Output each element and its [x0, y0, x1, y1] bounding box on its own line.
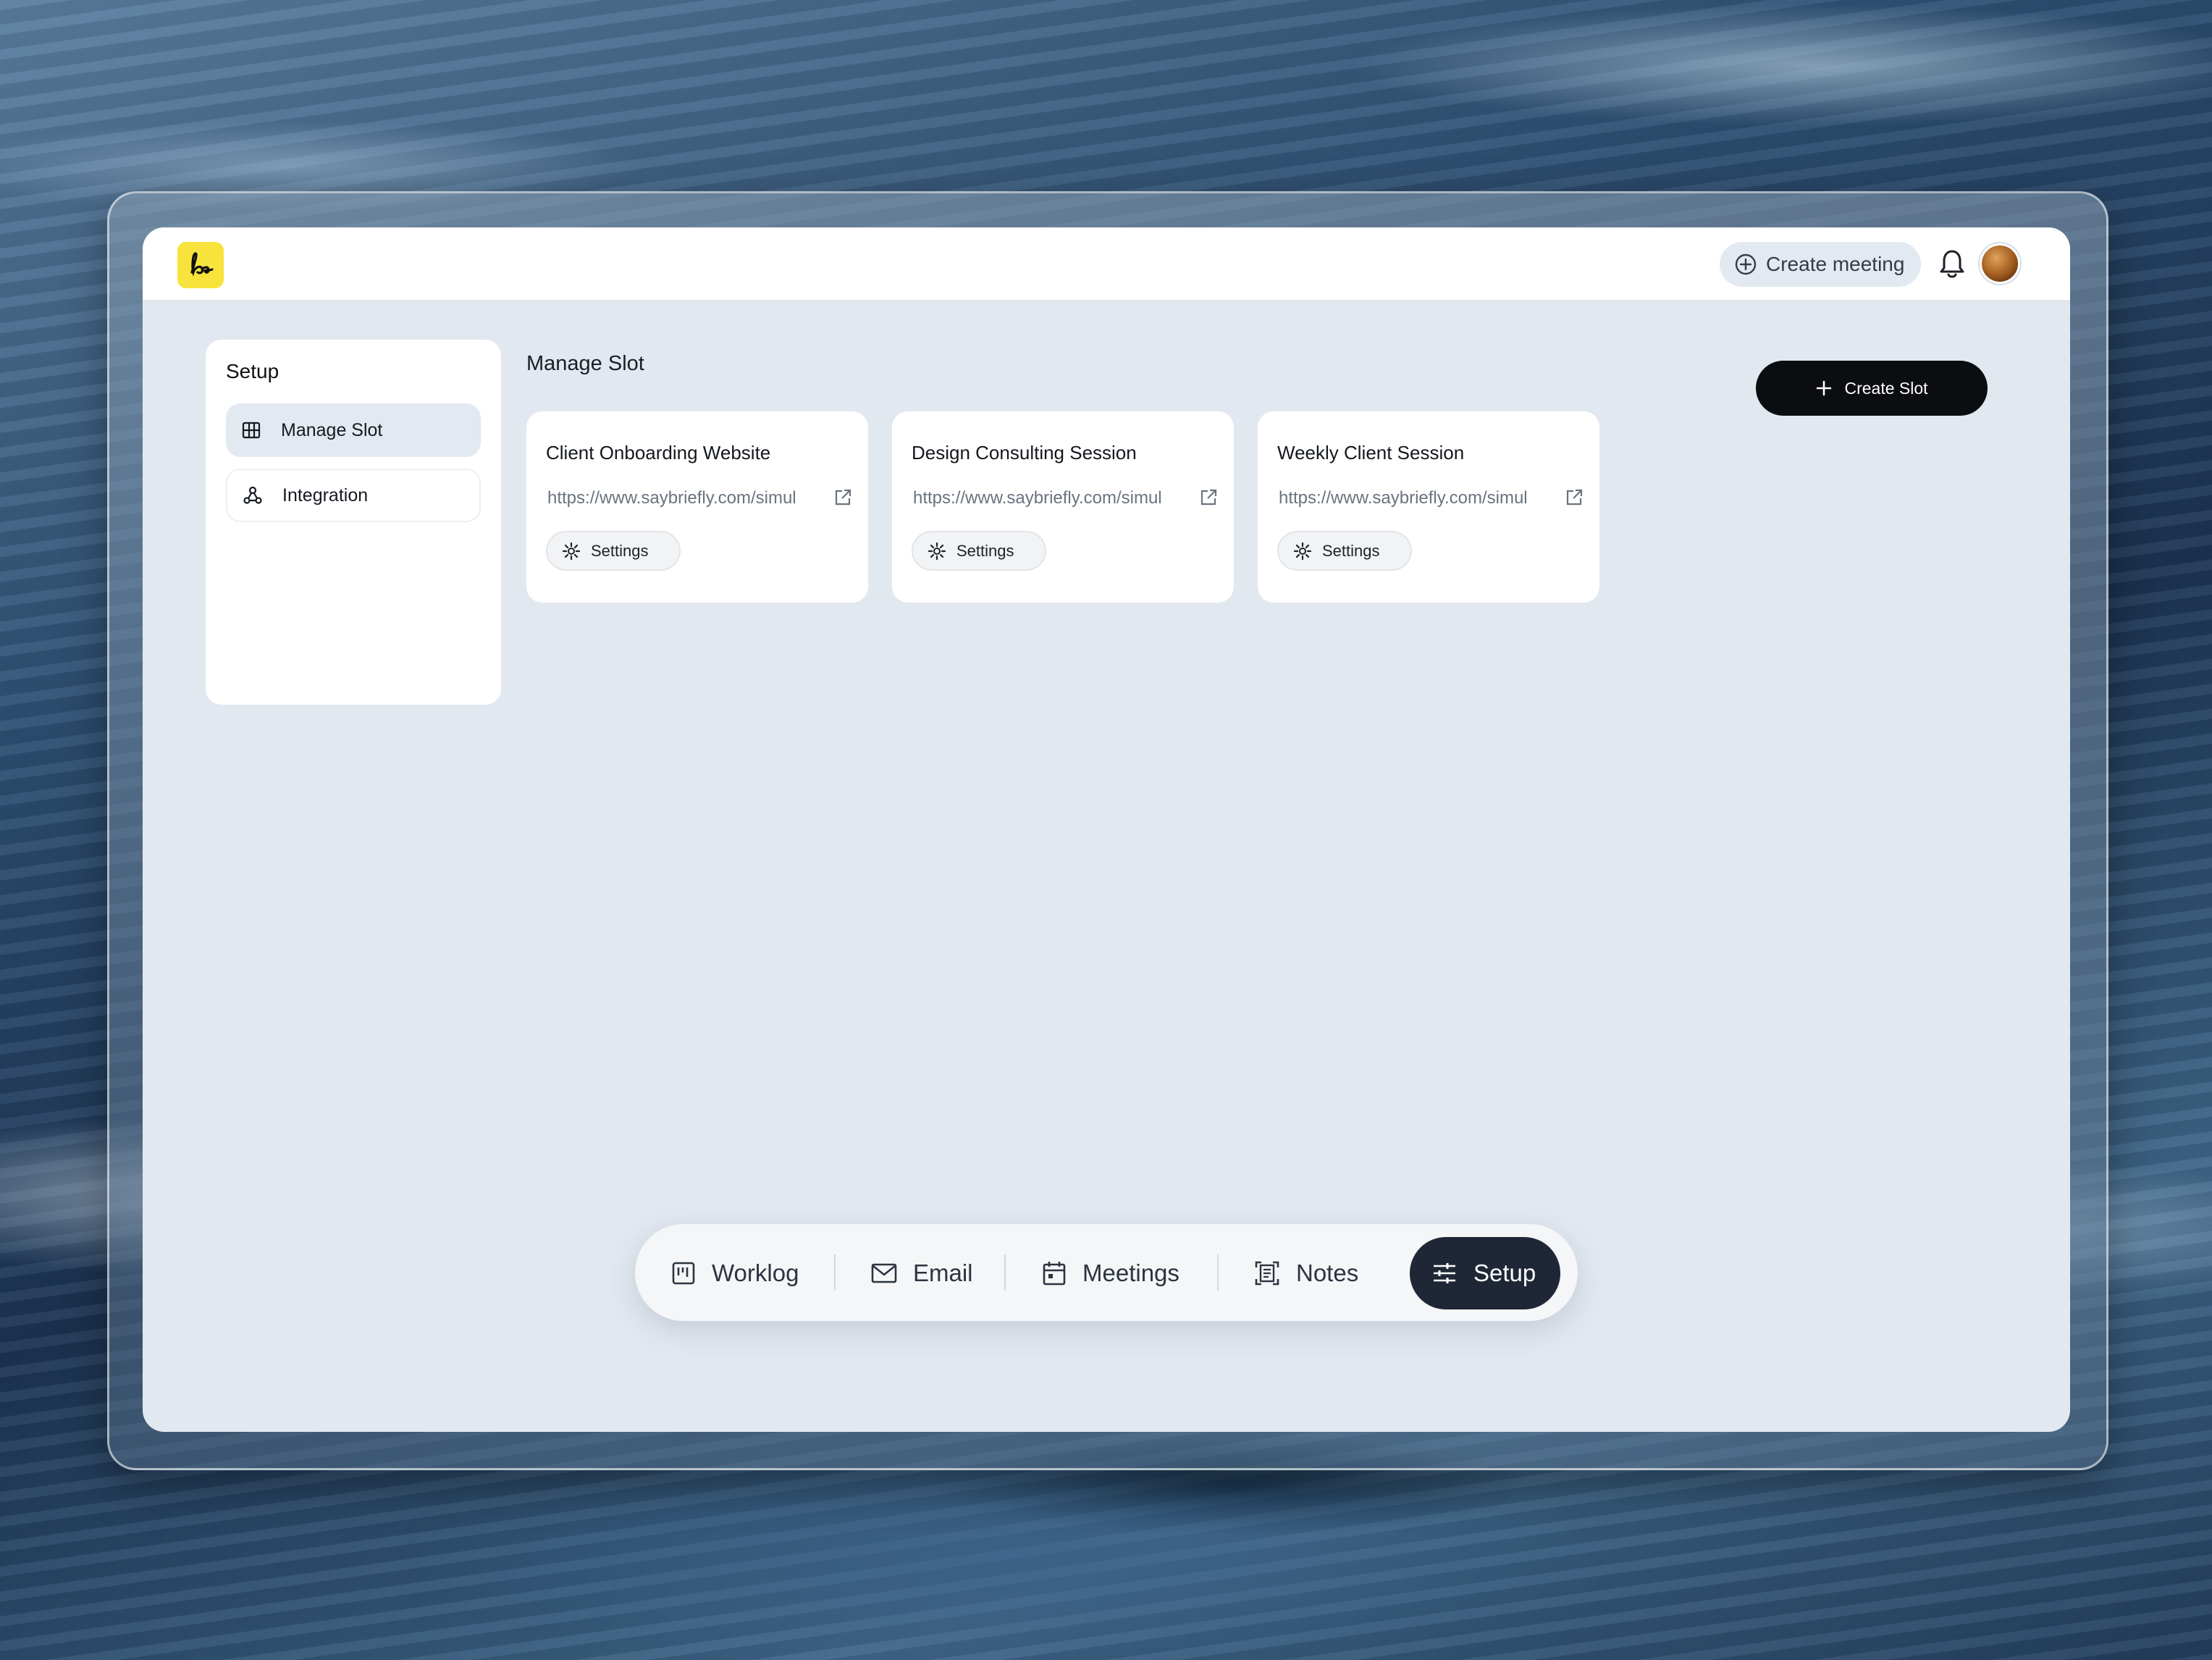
integration-icon	[243, 486, 262, 504]
slot-card: Weekly Client Session https://www.saybri…	[1258, 411, 1599, 603]
create-meeting-button[interactable]: Create meeting	[1720, 242, 1921, 287]
dock-item-meetings[interactable]: Meetings	[1042, 1237, 1179, 1309]
page-title: Manage Slot	[526, 352, 644, 375]
slot-card: Design Consulting Session https://www.sa…	[892, 411, 1234, 603]
mail-icon	[871, 1263, 897, 1283]
sidebar-item-label: Integration	[282, 485, 369, 506]
gear-icon	[928, 542, 946, 560]
dock-item-label: Meetings	[1082, 1259, 1179, 1286]
dock-item-label: Notes	[1296, 1259, 1359, 1286]
slot-title: Weekly Client Session	[1277, 442, 1465, 464]
notes-icon	[1255, 1261, 1279, 1286]
calendar-icon	[1043, 1262, 1066, 1286]
user-avatar[interactable]	[1980, 243, 2020, 284]
gear-icon	[562, 542, 581, 560]
dock-divider	[1004, 1254, 1006, 1291]
slot-title: Design Consulting Session	[912, 442, 1137, 464]
dock-item-label: Worklog	[712, 1259, 799, 1286]
sliders-icon	[1434, 1263, 1455, 1283]
sidebar-item-label: Manage Slot	[281, 419, 383, 440]
slot-settings-button[interactable]: Settings	[912, 531, 1046, 571]
create-meeting-label: Create meeting	[1766, 253, 1905, 275]
top-bar: Create meeting	[143, 227, 2070, 300]
external-link-icon[interactable]	[1565, 488, 1584, 507]
slot-settings-button[interactable]: Settings	[546, 531, 681, 571]
dock-item-notes[interactable]: Notes	[1254, 1237, 1358, 1309]
dock-divider	[1217, 1254, 1219, 1291]
slot-settings-button[interactable]: Settings	[1277, 531, 1412, 571]
external-link-icon[interactable]	[833, 488, 852, 507]
dock-divider	[834, 1254, 836, 1291]
sidebar-item-integration[interactable]: Integration	[226, 469, 481, 522]
slot-url[interactable]: https://www.saybriefly.com/simul	[1279, 488, 1528, 508]
settings-label: Settings	[1322, 541, 1380, 560]
dock-item-setup[interactable]: Setup	[1410, 1237, 1560, 1309]
bottom-dock: Worklog Email Meetings Notes Setup	[635, 1224, 1578, 1321]
dock-item-label: Email	[913, 1259, 973, 1286]
gear-icon	[1293, 542, 1312, 560]
create-slot-label: Create Slot	[1844, 378, 1928, 398]
app-window: Create meeting Setup Manage Slot Integra…	[143, 227, 2070, 1432]
slot-title: Client Onboarding Website	[546, 442, 771, 464]
dock-item-email[interactable]: Email	[871, 1237, 973, 1309]
sidebar-title: Setup	[226, 360, 279, 382]
settings-label: Settings	[591, 541, 649, 560]
external-link-icon[interactable]	[1199, 488, 1218, 507]
plus-circle-icon	[1735, 253, 1757, 275]
bell-icon[interactable]	[1937, 248, 1967, 280]
slot-card: Client Onboarding Website https://www.sa…	[526, 411, 868, 603]
plus-icon	[1817, 380, 1832, 396]
settings-label: Settings	[956, 541, 1014, 560]
grid-icon	[242, 422, 261, 439]
dock-item-worklog[interactable]: Worklog	[671, 1237, 799, 1309]
setup-sidebar: Setup Manage Slot Integration	[206, 340, 501, 705]
worklog-icon	[672, 1262, 695, 1285]
slot-url[interactable]: https://www.saybriefly.com/simul	[547, 488, 796, 508]
sidebar-item-manage-slot[interactable]: Manage Slot	[226, 403, 481, 457]
dock-item-label: Setup	[1473, 1259, 1536, 1286]
app-logo[interactable]	[177, 242, 224, 288]
logo-icon	[190, 252, 214, 277]
slot-url[interactable]: https://www.saybriefly.com/simul	[913, 488, 1162, 508]
create-slot-button[interactable]: Create Slot	[1756, 361, 1988, 416]
